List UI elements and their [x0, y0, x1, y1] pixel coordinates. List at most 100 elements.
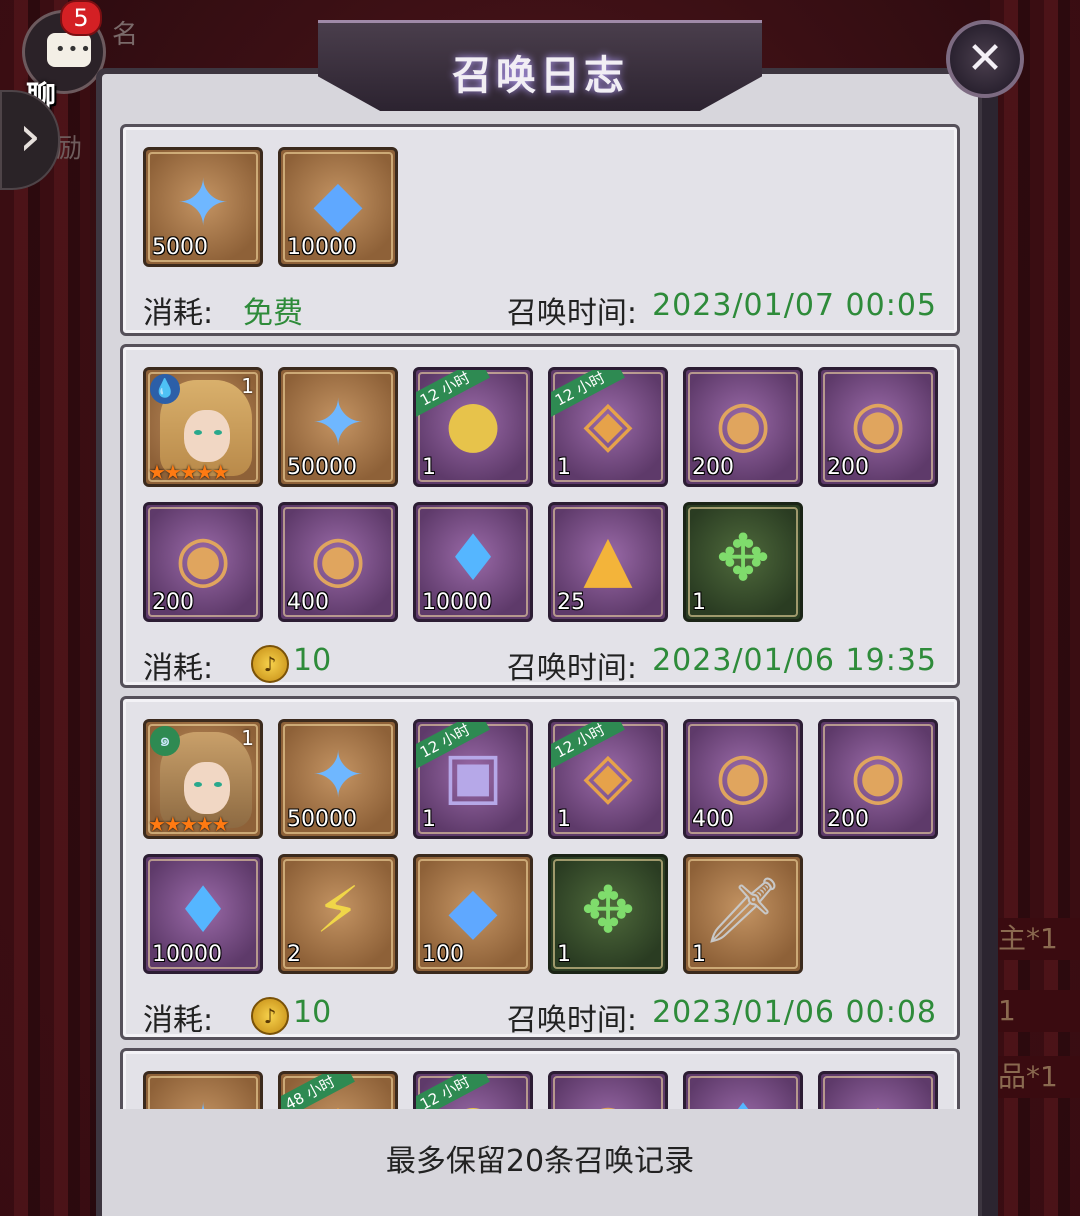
reward-item-crystal[interactable]: ♦ 10000	[413, 502, 533, 622]
item-count: 100	[422, 942, 464, 967]
reward-item-hero[interactable]: 💧 1 ★★★★★	[143, 367, 263, 487]
star-rating-icon: ★★★★★	[148, 460, 230, 484]
orb-icon: ◉	[310, 522, 366, 596]
reward-item-hero[interactable]: ๑ 1 ★★★★★	[143, 719, 263, 839]
summon-coin-icon: ♪	[251, 645, 289, 683]
orb-icon: ◉	[715, 387, 771, 461]
reward-item-rune[interactable]: ▲	[818, 1071, 938, 1109]
item-count: 200	[152, 590, 194, 615]
exp-icon: ✦	[176, 167, 230, 241]
cost-value: 免费	[243, 296, 303, 331]
reward-item-gold[interactable]: ● 1 12 小时	[413, 367, 533, 487]
reward-item-exp[interactable]: ✦ 50000	[278, 367, 398, 487]
item-count: 400	[287, 590, 329, 615]
reward-item-diamond[interactable]: ◆ 100	[413, 854, 533, 974]
close-icon[interactable]: ✕	[946, 20, 1024, 98]
item-count: 1	[692, 942, 706, 967]
item-count: 200	[692, 455, 734, 480]
emblem-icon: ✥	[716, 522, 770, 596]
orb-icon: ◉	[850, 387, 906, 461]
item-count: 10000	[422, 590, 492, 615]
summon-time-label: 召唤时间:	[506, 651, 637, 686]
orb-icon: ◉	[551, 1090, 665, 1109]
reward-item-diamond[interactable]: ◆ 10000	[278, 147, 398, 267]
reward-item-rune[interactable]: ▲ 25	[548, 502, 668, 622]
reward-item-exp[interactable]: ✦ 50000	[278, 719, 398, 839]
reward-item-orb[interactable]: ◉ 200	[818, 367, 938, 487]
title-banner: 召唤日志	[318, 20, 762, 111]
item-count: 1	[557, 942, 571, 967]
cost-value: 10	[293, 643, 332, 678]
reward-item-ore[interactable]: ◈ 1 12 小时	[548, 719, 668, 839]
reward-item-emblem[interactable]: ✥ 1	[683, 502, 803, 622]
summon-record-list[interactable]: ✦ 5000 ◆ 10000 消耗: 免费 召唤时间: 2023/01/07 00:05 💧 1 ★…	[120, 124, 960, 1109]
item-count: 1	[557, 807, 571, 832]
reward-item-gold[interactable]: ●12 小时	[413, 1071, 533, 1109]
item-count: 1	[557, 455, 571, 480]
wind-element-icon: ๑	[150, 726, 180, 756]
reward-item-ore[interactable]: ◈48 小时	[278, 1071, 398, 1109]
summon-record-card: ✦ 5000 ◆ 10000 消耗: 免费 召唤时间: 2023/01/07 00:05	[120, 124, 960, 336]
summon-time-value: 2023/01/06 19:35	[652, 643, 937, 678]
crystal-icon: ♦	[444, 522, 502, 596]
diamond-icon: ◆	[448, 874, 498, 948]
reward-item-orb[interactable]: ◉	[548, 1071, 668, 1109]
reward-item-lightning[interactable]: ⚡ 2	[278, 854, 398, 974]
item-count: 10000	[152, 942, 222, 967]
orb-icon: ◉	[850, 739, 906, 813]
reward-item-orb[interactable]: ◉ 200	[818, 719, 938, 839]
hero-count: 1	[241, 374, 254, 398]
reward-item-orb[interactable]: ◉ 400	[683, 719, 803, 839]
item-count: 200	[827, 455, 869, 480]
reward-item-exp[interactable]: ✦	[143, 1071, 263, 1109]
orb-icon: ◉	[715, 739, 771, 813]
retention-note: 最多保留20条召唤记录	[385, 1144, 695, 1179]
rune-icon: ▲	[821, 1090, 935, 1109]
summon-record-card: 💧 1 ★★★★★ ✦ 50000 ● 1 12 小时 ◈ 1 12 小时 ◉ 200 ◉ 200 ◉ 200 ◉…	[120, 344, 960, 688]
panel-frame	[982, 95, 998, 1216]
chat-unread-badge: 5	[60, 0, 102, 36]
item-count: 10000	[287, 235, 357, 260]
item-count: 1	[422, 455, 436, 480]
rune-icon: ▲	[583, 522, 633, 596]
reward-item-orb[interactable]: ◉ 200	[143, 502, 263, 622]
emblem-icon: ✥	[581, 874, 635, 948]
reward-item-emblem[interactable]: ✥ 1	[548, 854, 668, 974]
reward-item-orb[interactable]: ◉ 200	[683, 367, 803, 487]
reward-item-exp[interactable]: ✦ 5000	[143, 147, 263, 267]
star-rating-icon: ★★★★★	[148, 812, 230, 836]
exp-icon: ✦	[311, 739, 365, 813]
cost-label: 消耗:	[143, 651, 214, 686]
summon-coin-icon: ♪	[251, 997, 289, 1035]
reward-item-orb[interactable]: ◉ 400	[278, 502, 398, 622]
cost-label: 消耗:	[143, 296, 214, 331]
exp-icon: ✦	[311, 387, 365, 461]
crystal-icon: ♦	[174, 874, 232, 948]
diamond-icon: ◆	[313, 167, 363, 241]
summon-time-label: 召唤时间:	[506, 296, 637, 331]
hero-count: 1	[241, 726, 254, 750]
water-element-icon: 💧	[150, 374, 180, 404]
item-count: 400	[692, 807, 734, 832]
sword-icon: 🗡	[702, 874, 784, 948]
reward-item-crystal[interactable]: ♦	[683, 1071, 803, 1109]
reward-item-gift[interactable]: ▣ 1 12 小时	[413, 719, 533, 839]
cost-label: 消耗:	[143, 1003, 214, 1038]
item-count: 5000	[152, 235, 208, 260]
item-count: 1	[692, 590, 706, 615]
orb-icon: ◉	[175, 522, 231, 596]
reward-item-crystal[interactable]: ♦ 10000	[143, 854, 263, 974]
item-count: 200	[827, 807, 869, 832]
reward-item-ore[interactable]: ◈ 1 12 小时	[548, 367, 668, 487]
summon-time-value: 2023/01/07 00:05	[652, 288, 937, 323]
background-name-label: 名	[112, 20, 139, 50]
item-count: 1	[422, 807, 436, 832]
background-curtain-right	[990, 0, 1080, 1216]
reward-item-sword[interactable]: 🗡 1	[683, 854, 803, 974]
cost-value: 10	[293, 995, 332, 1030]
summon-time-label: 召唤时间:	[506, 1003, 637, 1038]
item-count: 50000	[287, 807, 357, 832]
summon-record-card: ✦ ◈48 小时 ●12 小时 ◉ ♦ ▲	[120, 1048, 960, 1109]
exp-icon: ✦	[146, 1090, 260, 1109]
lightning-icon: ⚡	[315, 874, 361, 948]
